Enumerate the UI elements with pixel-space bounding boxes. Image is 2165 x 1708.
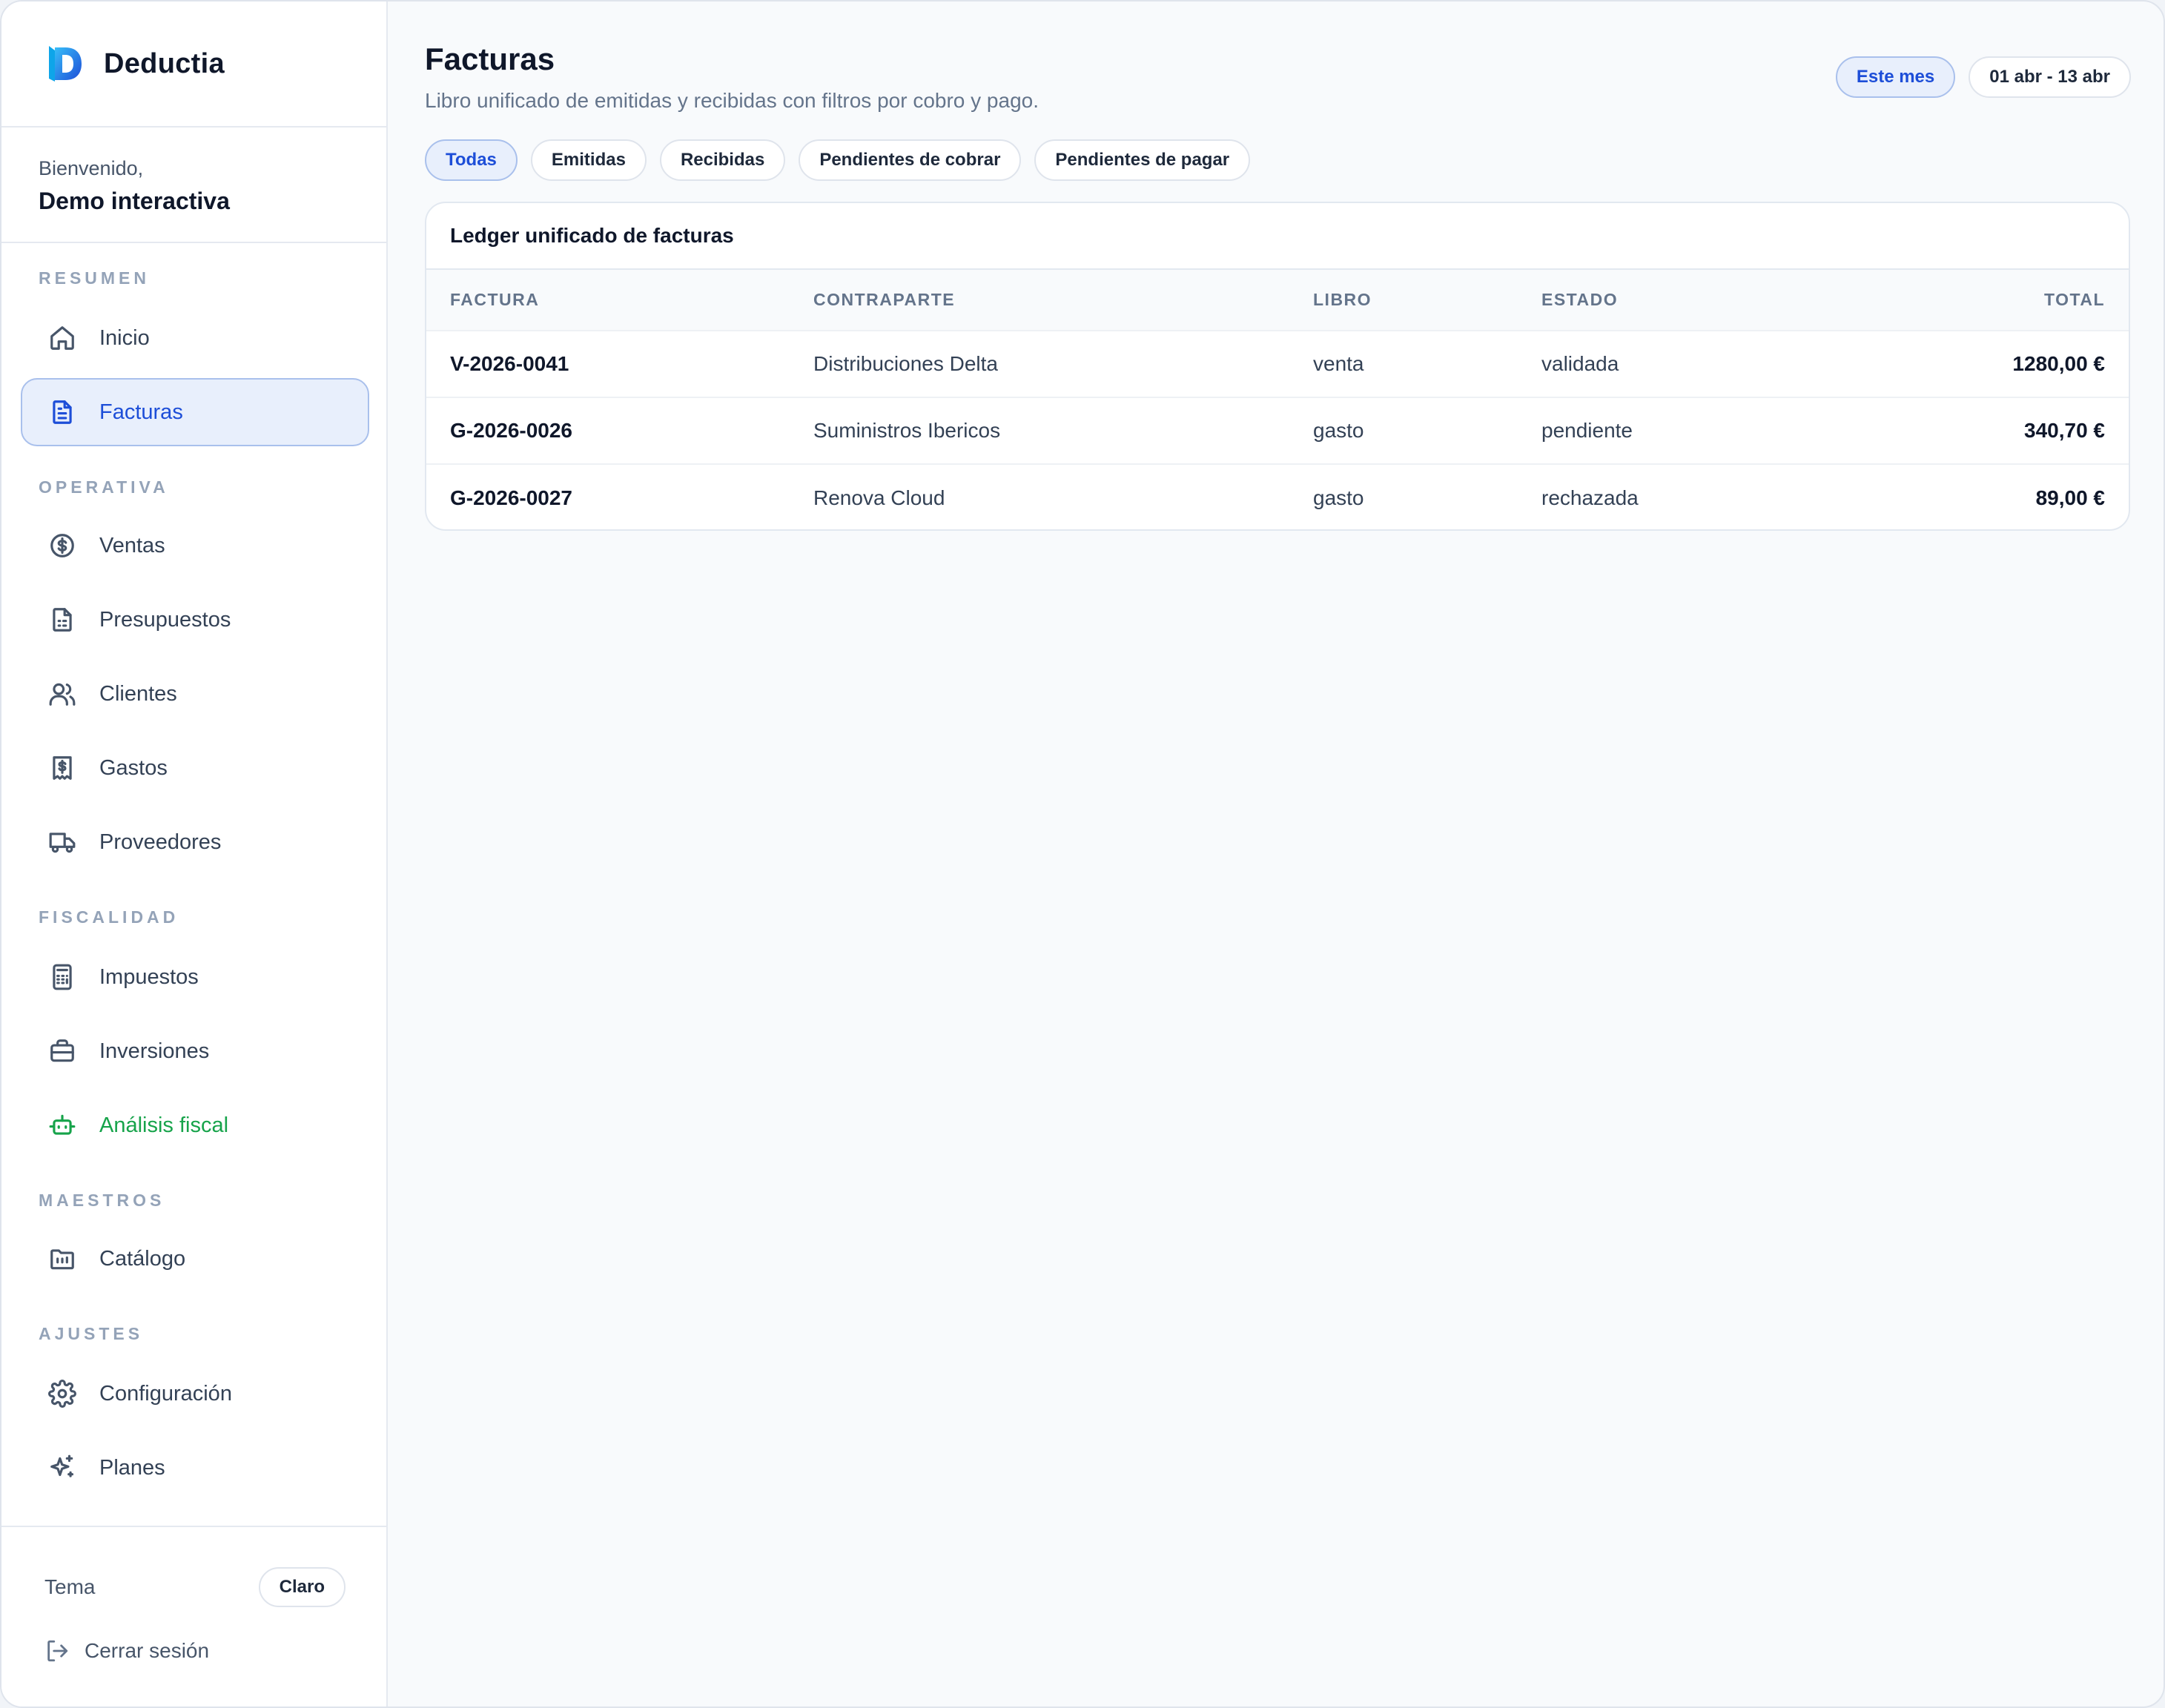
sidebar-item-label: Catálogo bbox=[99, 1246, 186, 1271]
sidebar-item-catalogo[interactable]: Catálogo bbox=[21, 1225, 369, 1293]
sidebar-item-analisis-fiscal[interactable]: Análisis fiscal bbox=[21, 1091, 369, 1159]
logout-button[interactable]: Cerrar sesión bbox=[44, 1638, 209, 1664]
column-header-estado[interactable]: ESTADO bbox=[1518, 270, 1859, 331]
sparkles-icon bbox=[47, 1453, 77, 1483]
logout-icon bbox=[47, 1640, 68, 1662]
column-header-libro[interactable]: LIBRO bbox=[1289, 270, 1518, 331]
sidebar-item-label: Proveedores bbox=[99, 830, 222, 854]
cell-total: 340,70 € bbox=[1859, 397, 2129, 464]
sidebar-item-impuestos[interactable]: Impuestos bbox=[21, 943, 369, 1011]
section-resumen: RESUMEN bbox=[39, 268, 151, 288]
column-header-contraparte[interactable]: CONTRAPARTE bbox=[790, 270, 1289, 331]
sidebar-item-label: Impuestos bbox=[99, 964, 199, 989]
ledger-table: FACTURA CONTRAPARTE LIBRO ESTADO TOTAL V… bbox=[426, 270, 2129, 529]
cell-factura: V-2026-0041 bbox=[426, 330, 790, 397]
sidebar-item-gastos[interactable]: Gastos bbox=[21, 734, 369, 802]
page-subtitle: Libro unificado de emitidas y recibidas … bbox=[425, 89, 1039, 112]
home-icon bbox=[47, 323, 77, 353]
period-this-month-button[interactable]: Este mes bbox=[1835, 56, 1956, 98]
table-row[interactable]: V-2026-0041 Distribuciones Delta venta v… bbox=[426, 330, 2129, 397]
welcome-user-name: Demo interactiva bbox=[39, 188, 230, 214]
sidebar-item-presupuestos[interactable]: Presupuestos bbox=[21, 586, 369, 654]
cell-libro: gasto bbox=[1289, 397, 1518, 464]
sidebar-item-proveedores[interactable]: Proveedores bbox=[21, 808, 369, 876]
cell-factura: G-2026-0026 bbox=[426, 397, 790, 464]
main-content: Facturas Libro unificado de emitidas y r… bbox=[388, 1, 2164, 1707]
cell-estado: validada bbox=[1518, 330, 1859, 397]
cell-estado: pendiente bbox=[1518, 397, 1859, 464]
brand-name: Deductia bbox=[104, 47, 225, 79]
sidebar-item-label: Clientes bbox=[99, 681, 177, 706]
app-window: Deductia Bienvenido, Demo interactiva RE… bbox=[0, 0, 2165, 1708]
cell-contraparte: Distribuciones Delta bbox=[790, 330, 1289, 397]
period-range-button[interactable]: 01 abr - 13 abr bbox=[1969, 56, 2131, 98]
gear-icon bbox=[47, 1379, 77, 1409]
filter-bar: Todas Emitidas Recibidas Pendientes de c… bbox=[425, 139, 1251, 181]
deductia-logo-icon bbox=[49, 46, 82, 82]
filter-pendientes-cobrar[interactable]: Pendientes de cobrar bbox=[799, 139, 1022, 181]
cell-libro: gasto bbox=[1289, 463, 1518, 529]
sidebar-item-inicio[interactable]: Inicio bbox=[21, 304, 369, 372]
sidebar-footer: Tema Claro Cerrar sesión bbox=[1, 1526, 386, 1707]
page-title: Facturas bbox=[425, 42, 555, 76]
briefcase-icon bbox=[47, 1036, 77, 1066]
table-row[interactable]: G-2026-0026 Suministros Ibericos gasto p… bbox=[426, 397, 2129, 464]
sidebar-item-facturas[interactable]: Facturas bbox=[21, 378, 369, 446]
sidebar: Deductia Bienvenido, Demo interactiva RE… bbox=[1, 1, 388, 1707]
period-selector: Este mes 01 abr - 13 abr bbox=[1835, 56, 2131, 98]
sidebar-item-label: Planes bbox=[99, 1455, 165, 1480]
folder-chart-icon bbox=[47, 1244, 77, 1274]
table-row[interactable]: G-2026-0027 Renova Cloud gasto rechazada… bbox=[426, 463, 2129, 529]
cell-contraparte: Renova Cloud bbox=[790, 463, 1289, 529]
cell-estado: rechazada bbox=[1518, 463, 1859, 529]
sidebar-item-label: Gastos bbox=[99, 755, 168, 780]
sidebar-item-planes[interactable]: Planes bbox=[21, 1434, 369, 1502]
sidebar-item-configuracion[interactable]: Configuración bbox=[21, 1360, 369, 1428]
sidebar-item-label: Inversiones bbox=[99, 1039, 210, 1063]
cell-total: 1280,00 € bbox=[1859, 330, 2129, 397]
sidebar-item-inversiones[interactable]: Inversiones bbox=[21, 1017, 369, 1085]
filter-recibidas[interactable]: Recibidas bbox=[659, 139, 786, 181]
document-icon bbox=[47, 397, 77, 427]
robot-icon bbox=[47, 1110, 77, 1140]
ledger-title: Ledger unificado de facturas bbox=[426, 203, 2129, 270]
cell-factura: G-2026-0027 bbox=[426, 463, 790, 529]
sidebar-item-ventas[interactable]: Ventas bbox=[21, 512, 369, 580]
sidebar-item-label: Inicio bbox=[99, 325, 150, 350]
welcome-block: Bienvenido, Demo interactiva bbox=[1, 128, 386, 243]
sidebar-item-label: Análisis fiscal bbox=[99, 1113, 229, 1137]
section-ajustes: AJUSTES bbox=[39, 1324, 144, 1343]
cell-contraparte: Suministros Ibericos bbox=[790, 397, 1289, 464]
sidebar-item-clientes[interactable]: Clientes bbox=[21, 660, 369, 728]
truck-icon bbox=[47, 827, 77, 857]
filter-todas[interactable]: Todas bbox=[425, 139, 518, 181]
column-header-total[interactable]: TOTAL bbox=[1859, 270, 2129, 331]
sidebar-item-label: Configuración bbox=[99, 1381, 232, 1406]
filter-pendientes-pagar[interactable]: Pendientes de pagar bbox=[1034, 139, 1251, 181]
calculator-icon bbox=[47, 962, 77, 992]
cell-total: 89,00 € bbox=[1859, 463, 2129, 529]
brand[interactable]: Deductia bbox=[1, 1, 386, 128]
cell-libro: venta bbox=[1289, 330, 1518, 397]
ledger-card: Ledger unificado de facturas FACTURA CON… bbox=[425, 202, 2130, 531]
users-icon bbox=[47, 679, 77, 709]
receipt-icon bbox=[47, 753, 77, 783]
section-operativa: OPERATIVA bbox=[39, 477, 169, 497]
section-maestros: MAESTROS bbox=[39, 1191, 165, 1210]
logout-label: Cerrar sesión bbox=[85, 1639, 210, 1662]
column-header-factura[interactable]: FACTURA bbox=[426, 270, 790, 331]
sidebar-item-label: Ventas bbox=[99, 533, 165, 557]
filter-emitidas[interactable]: Emitidas bbox=[530, 139, 647, 181]
theme-label: Tema bbox=[44, 1575, 96, 1598]
sidebar-item-label: Facturas bbox=[99, 400, 183, 424]
file-list-icon bbox=[47, 605, 77, 635]
theme-row: Tema Claro bbox=[44, 1567, 346, 1607]
welcome-greeting: Bienvenido, bbox=[39, 157, 144, 179]
sidebar-item-label: Presupuestos bbox=[99, 607, 231, 632]
theme-toggle-button[interactable]: Claro bbox=[258, 1567, 346, 1607]
dollar-circle-icon bbox=[47, 531, 77, 560]
table-header-row: FACTURA CONTRAPARTE LIBRO ESTADO TOTAL bbox=[426, 270, 2129, 331]
section-fiscalidad: FISCALIDAD bbox=[39, 907, 179, 927]
